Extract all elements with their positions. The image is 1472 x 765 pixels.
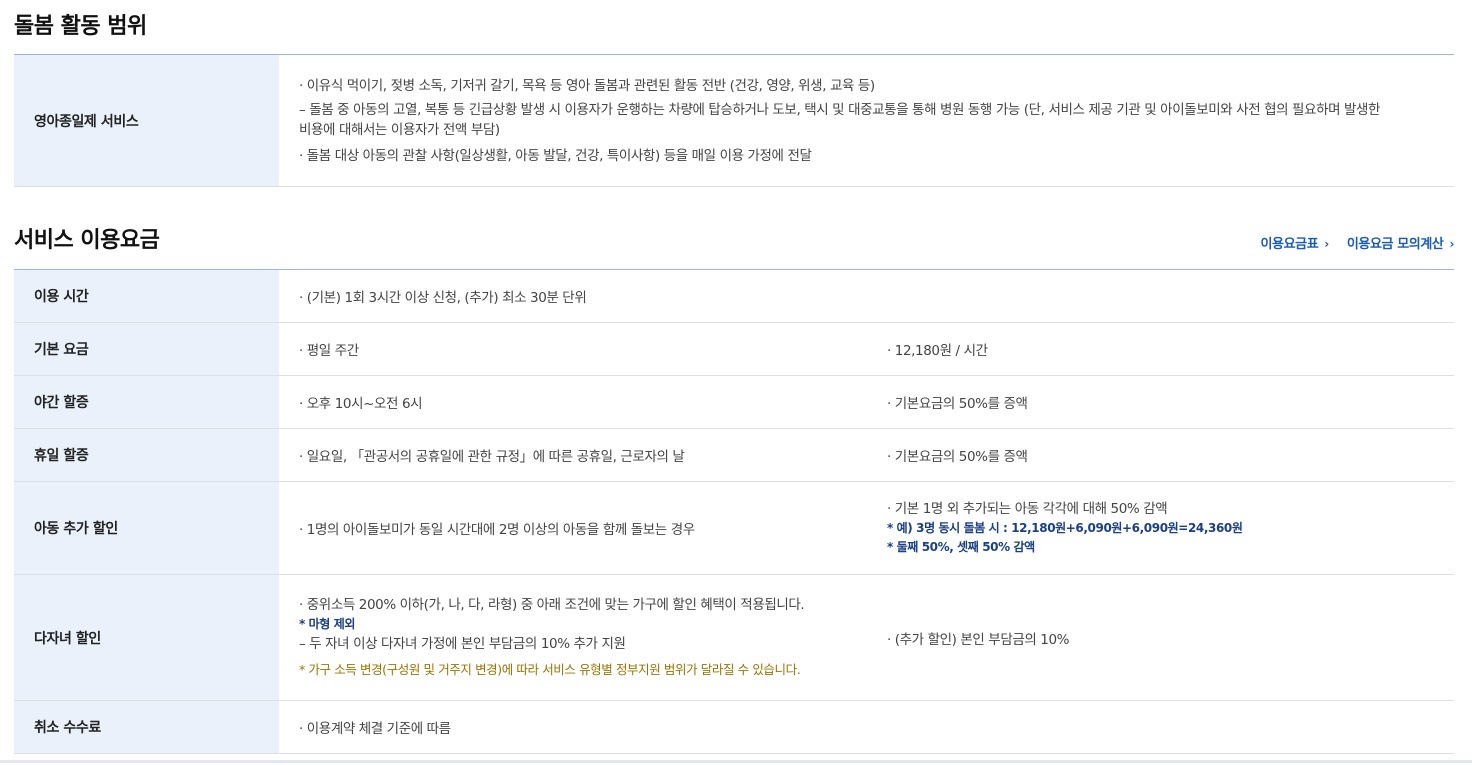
row-value: · 1명의 아이돌보미가 동일 시간대에 2명 이상의 아동을 함께 돌보는 경… — [279, 481, 867, 575]
row-header: 야간 할증 — [14, 375, 279, 429]
link-label: 이용요금 모의계산 — [1346, 237, 1444, 252]
link-label: 이용요금표 — [1260, 237, 1319, 252]
list-item: · 이유식 먹이기, 젖병 소독, 기저귀 갈기, 목욕 등 영아 돌봄과 관련… — [299, 77, 875, 94]
warning-note: * 가구 소득 변경(구성원 및 거주지 변경)에 따라 서비스 유형별 정부지… — [299, 662, 801, 677]
fee-links: 이용요금표 › 이용요금 모의계산 › — [1260, 233, 1454, 252]
list-item: · 기본 1명 외 추가되는 아동 각각에 대해 50% 감액 — [887, 501, 1168, 517]
section-title-care-scope: 돌봄 활동 범위 — [14, 14, 147, 39]
fee-table-link[interactable]: 이용요금표 › — [1260, 233, 1329, 252]
row-header: 취소 수수료 — [14, 700, 279, 754]
example-note: * 예) 3명 동시 돌봄 시 : 12,180원+6,090원+6,090원=… — [887, 521, 1243, 535]
bottom-divider — [0, 760, 1472, 763]
fee-simulator-link[interactable]: 이용요금 모의계산 › — [1346, 233, 1455, 252]
table-row: 취소 수수료 · 이용계약 체결 기준에 따름 — [14, 700, 1454, 754]
row-value-2: · (추가 할인) 본인 부담금의 10% — [867, 574, 1454, 701]
table-row: 기본 요금 · 평일 주간 · 12,180원 / 시간 — [14, 322, 1454, 376]
care-scope-table: 영아종일제 서비스 · 이유식 먹이기, 젖병 소독, 기저귀 갈기, 목욕 등… — [14, 54, 1454, 187]
table-row: 아동 추가 할인 · 1명의 아이돌보미가 동일 시간대에 2명 이상의 아동을… — [14, 481, 1454, 575]
row-header: 아동 추가 할인 — [14, 481, 279, 575]
row-header: 기본 요금 — [14, 322, 279, 376]
row-value-2: · 기본요금의 50%를 증액 — [867, 428, 1454, 482]
chevron-right-icon: › — [1449, 237, 1454, 251]
table-row: 다자녀 할인 · 중위소득 200% 이하(가, 나, 다, 라형) 중 아래 … — [14, 574, 1454, 701]
row-header: 다자녀 할인 — [14, 574, 279, 701]
section-title-fees: 서비스 이용요금 — [14, 228, 160, 253]
list-item: – 두 자녀 이상 다자녀 가정에 본인 부담금의 10% 추가 지원 — [299, 636, 626, 652]
row-value: · 평일 주간 — [279, 322, 867, 376]
row-value: · 이용계약 체결 기준에 따름 — [279, 700, 1454, 754]
row-value: · 이유식 먹이기, 젖병 소독, 기저귀 갈기, 목욕 등 영아 돌봄과 관련… — [279, 54, 1454, 187]
row-value: · 중위소득 200% 이하(가, 나, 다, 라형) 중 아래 조건에 맞는 … — [279, 574, 867, 701]
table-row: 휴일 할증 · 일요일, 「관공서의 공휴일에 관한 규정」에 따른 공휴일, … — [14, 428, 1454, 482]
row-header: 영아종일제 서비스 — [14, 54, 279, 187]
table-row: 이용 시간 · (기본) 1회 3시간 이상 신청, (추가) 최소 30분 단… — [14, 269, 1454, 323]
row-value-2: · 12,180원 / 시간 — [867, 322, 1454, 376]
chevron-right-icon: › — [1324, 237, 1329, 251]
fee-table: 이용 시간 · (기본) 1회 3시간 이상 신청, (추가) 최소 30분 단… — [14, 269, 1454, 754]
list-item: · 중위소득 200% 이하(가, 나, 다, 라형) 중 아래 조건에 맞는 … — [299, 597, 805, 613]
table-row: 영아종일제 서비스 · 이유식 먹이기, 젖병 소독, 기저귀 갈기, 목욕 등… — [14, 54, 1454, 187]
list-item: · 돌봄 대상 아동의 관찰 사항(일상생활, 아동 발달, 건강, 특이사항)… — [299, 147, 812, 164]
row-value: · 일요일, 「관공서의 공휴일에 관한 규정」에 따른 공휴일, 근로자의 날 — [279, 428, 867, 482]
row-value: · (기본) 1회 3시간 이상 신청, (추가) 최소 30분 단위 — [279, 269, 1454, 323]
exclusion-note: * 마형 제외 — [299, 617, 355, 631]
discount-note: * 둘째 50%, 셋째 50% 감액 — [887, 540, 1035, 554]
list-item: – 돌봄 중 아동의 고열, 복통 등 긴급상황 발생 시 이용자가 운행하는 … — [299, 101, 1381, 138]
table-row: 야간 할증 · 오후 10시~오전 6시 · 기본요금의 50%를 증액 — [14, 375, 1454, 429]
row-header: 이용 시간 — [14, 269, 279, 323]
row-value-2: · 기본 1명 외 추가되는 아동 각각에 대해 50% 감액 * 예) 3명 … — [867, 481, 1454, 575]
row-value-2: · 기본요금의 50%를 증액 — [867, 375, 1454, 429]
row-header: 휴일 할증 — [14, 428, 279, 482]
row-value: · 오후 10시~오전 6시 — [279, 375, 867, 429]
